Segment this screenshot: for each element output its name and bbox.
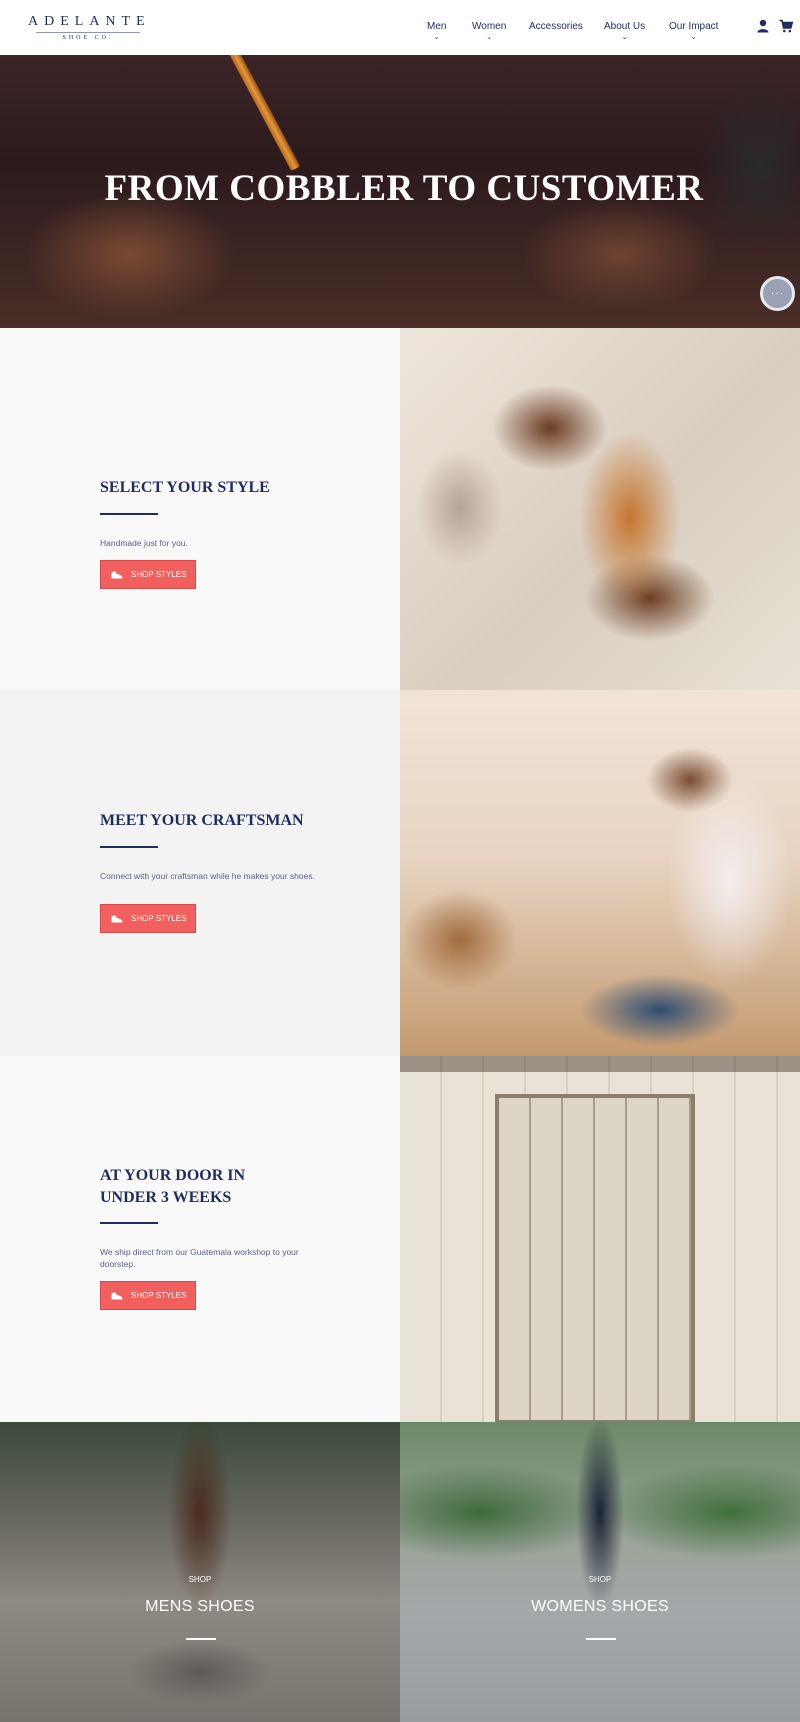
shoe-icon bbox=[111, 1292, 123, 1300]
category-title: WOMENS SHOES bbox=[531, 1598, 669, 1615]
nav-item-women[interactable]: Women ⌄ bbox=[472, 21, 506, 41]
nav-item-about-us[interactable]: About Us ⌄ bbox=[604, 21, 645, 41]
feature-description: Handmade just for you. bbox=[100, 538, 188, 548]
nav-item-label: About Us bbox=[604, 21, 646, 32]
hero-banner: FROM COBBLER TO CUSTOMER bbox=[0, 55, 800, 328]
craftsman-hands-image bbox=[400, 328, 800, 690]
wooden-door-image bbox=[400, 1056, 800, 1422]
craftsman-working-image bbox=[400, 690, 800, 1056]
category-divider bbox=[186, 1638, 216, 1640]
hero-title: FROM COBBLER TO CUSTOMER bbox=[104, 168, 704, 209]
category-tile-mens[interactable]: SHOP MENS SHOES bbox=[0, 1422, 400, 1722]
site-header: ADELANTE SHOE CO. Men ⌄ Women ⌄ Accessor… bbox=[0, 0, 800, 55]
nav-item-label: Accessories bbox=[529, 21, 583, 32]
hero-image-pencil bbox=[225, 55, 301, 171]
feature-meet-craftsman: MEET YOUR CRAFTSMAN Connect with your cr… bbox=[0, 690, 800, 1056]
category-title: MENS SHOES bbox=[145, 1598, 255, 1615]
chevron-down-icon: ⌄ bbox=[486, 34, 493, 41]
shoe-icon bbox=[111, 571, 123, 579]
feature-text-panel: SELECT YOUR STYLE Handmade just for you.… bbox=[0, 328, 400, 690]
button-label: SHOP STYLES bbox=[131, 570, 187, 579]
feature-text-panel: AT YOUR DOOR IN UNDER 3 WEEKS We ship di… bbox=[0, 1056, 400, 1422]
nav-item-accessories[interactable]: Accessories bbox=[529, 21, 583, 32]
shop-styles-button[interactable]: SHOP STYLES bbox=[100, 1281, 196, 1310]
chevron-down-icon: ⌄ bbox=[433, 34, 440, 41]
main-nav: Men ⌄ Women ⌄ Accessories About Us ⌄ Our… bbox=[0, 21, 800, 41]
nav-item-label: Men bbox=[427, 21, 447, 32]
feature-title: MEET YOUR CRAFTSMAN bbox=[100, 812, 304, 829]
shop-styles-button[interactable]: SHOP STYLES bbox=[100, 904, 196, 933]
feature-divider bbox=[100, 846, 158, 848]
feature-description: We ship direct from our Guatemala worksh… bbox=[100, 1247, 299, 1269]
nav-item-men[interactable]: Men ⌄ bbox=[427, 21, 446, 41]
category-divider bbox=[586, 1638, 616, 1640]
feature-shipping: AT YOUR DOOR IN UNDER 3 WEEKS We ship di… bbox=[0, 1056, 800, 1422]
feature-divider bbox=[100, 513, 158, 515]
cart-icon[interactable] bbox=[779, 19, 793, 33]
user-icon[interactable] bbox=[756, 19, 770, 33]
feature-title: SELECT YOUR STYLE bbox=[100, 479, 270, 496]
chat-button[interactable]: ··· bbox=[760, 276, 795, 311]
nav-item-our-impact[interactable]: Our Impact ⌄ bbox=[669, 21, 718, 41]
door-illustration bbox=[495, 1094, 695, 1422]
nav-item-label: Our Impact bbox=[669, 21, 719, 32]
chevron-down-icon: ⌄ bbox=[621, 34, 628, 41]
nav-item-label: Women bbox=[472, 21, 507, 32]
feature-divider bbox=[100, 1222, 158, 1224]
shop-styles-button[interactable]: SHOP STYLES bbox=[100, 560, 196, 589]
chat-bubble-icon: ··· bbox=[771, 288, 784, 299]
feature-description: Connect with your craftsman while he mak… bbox=[100, 871, 315, 881]
category-pre-label: SHOP bbox=[188, 1575, 212, 1584]
category-tile-womens[interactable]: SHOP WOMENS SHOES bbox=[400, 1422, 800, 1722]
feature-text-panel: MEET YOUR CRAFTSMAN Connect with your cr… bbox=[0, 690, 400, 1056]
feature-select-style: SELECT YOUR STYLE Handmade just for you.… bbox=[0, 328, 800, 690]
chevron-down-icon: ⌄ bbox=[690, 34, 697, 41]
feature-title: AT YOUR DOOR IN UNDER 3 WEEKS bbox=[100, 1167, 246, 1206]
button-label: SHOP STYLES bbox=[131, 914, 187, 923]
category-pre-label: SHOP bbox=[588, 1575, 612, 1584]
button-label: SHOP STYLES bbox=[131, 1291, 187, 1300]
shoe-icon bbox=[111, 915, 123, 923]
